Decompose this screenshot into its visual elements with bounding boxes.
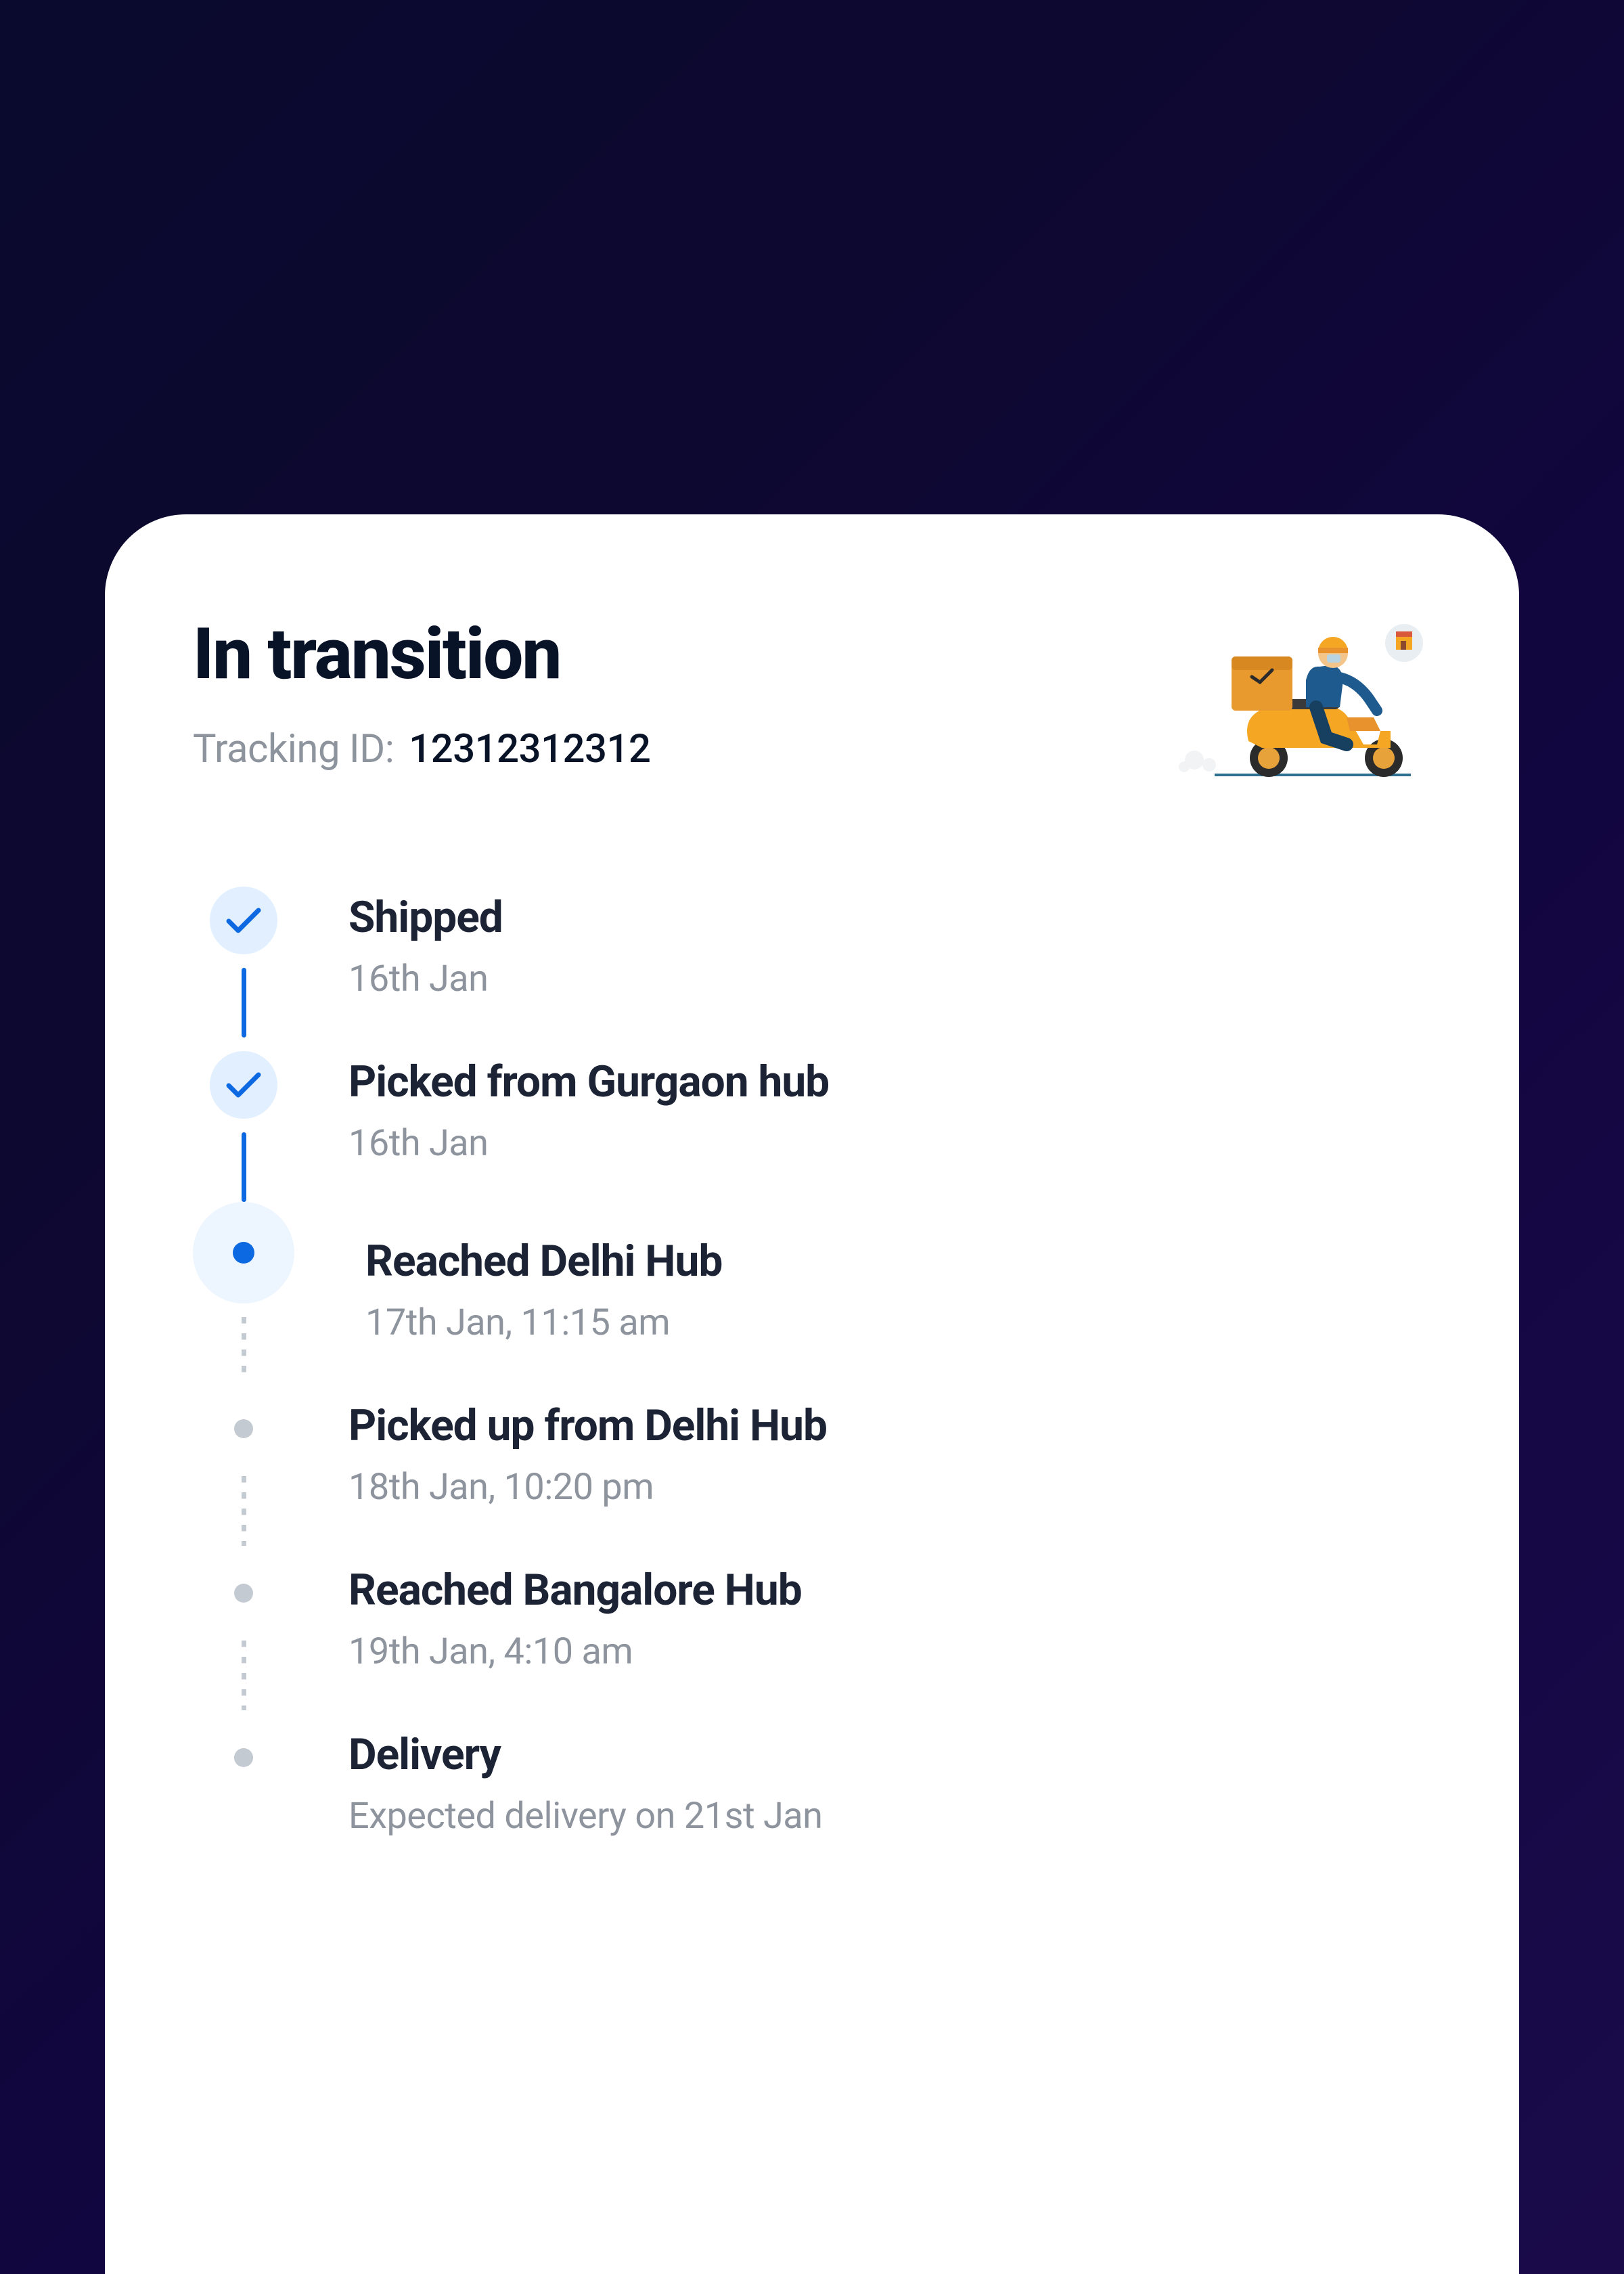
check-icon [210, 887, 277, 954]
timeline-marker [210, 1559, 277, 1724]
tracking-card: In transition Tracking ID: 12312312312 [105, 514, 1519, 2274]
timeline-item-picked-gurgaon: Picked from Gurgaon hub 16th Jan [210, 1051, 1431, 1216]
step-subtitle: 16th Jan [348, 958, 503, 1000]
timeline-connector [242, 1303, 246, 1395]
timeline-item-reached-delhi: Reached Delhi Hub 17th Jan, 11:15 am [210, 1216, 1431, 1395]
tracking-id-row: Tracking ID: 12312312312 [193, 726, 650, 772]
step-title: Reached Delhi Hub [365, 1236, 722, 1287]
timeline-connector [242, 1119, 246, 1216]
current-dot-icon [193, 1202, 294, 1303]
timeline-item-delivery: Delivery Expected delivery on 21st Jan [210, 1724, 1431, 1888]
status-title: In transition [193, 612, 650, 696]
timeline-content: Picked from Gurgaon hub 16th Jan [348, 1051, 829, 1216]
timeline-connector [242, 1627, 246, 1724]
tracking-id-value: 12312312312 [409, 726, 650, 772]
timeline-item-picked-delhi: Picked up from Delhi Hub 18th Jan, 10:20… [210, 1395, 1431, 1559]
step-subtitle: Expected delivery on 21st Jan [348, 1795, 823, 1837]
timeline-marker [210, 887, 277, 1051]
check-icon [210, 1051, 277, 1119]
step-title: Delivery [348, 1729, 823, 1780]
card-header: In transition Tracking ID: 12312312312 [193, 612, 1431, 788]
timeline-content: Shipped 16th Jan [348, 887, 503, 1051]
step-title: Picked up from Delhi Hub [348, 1400, 827, 1451]
timeline-connector [242, 954, 246, 1051]
timeline-marker [193, 1202, 294, 1395]
timeline-content: Reached Delhi Hub 17th Jan, 11:15 am [365, 1216, 722, 1395]
timeline-content: Delivery Expected delivery on 21st Jan [348, 1724, 823, 1888]
timeline-connector [242, 1463, 246, 1559]
timeline: Shipped 16th Jan Picked from Gurgaon hub… [193, 887, 1431, 1888]
timeline-item-reached-bangalore: Reached Bangalore Hub 19th Jan, 4:10 am [210, 1559, 1431, 1724]
timeline-marker [210, 1724, 277, 1888]
delivery-scooter-illustration [1174, 612, 1431, 788]
timeline-content: Picked up from Delhi Hub 18th Jan, 10:20… [348, 1395, 827, 1559]
step-subtitle: 19th Jan, 4:10 am [348, 1630, 802, 1673]
step-title: Picked from Gurgaon hub [348, 1056, 829, 1107]
tracking-id-label: Tracking ID: [193, 726, 394, 772]
step-title: Reached Bangalore Hub [348, 1565, 802, 1615]
timeline-marker [210, 1395, 277, 1559]
pending-dot-icon [210, 1724, 277, 1791]
step-subtitle: 17th Jan, 11:15 am [365, 1301, 722, 1344]
pending-dot-icon [210, 1559, 277, 1627]
step-subtitle: 16th Jan [348, 1122, 829, 1165]
step-title: Shipped [348, 892, 503, 943]
step-subtitle: 18th Jan, 10:20 pm [348, 1466, 827, 1509]
timeline-item-shipped: Shipped 16th Jan [210, 887, 1431, 1051]
current-dot [233, 1242, 254, 1264]
pending-dot-icon [210, 1395, 277, 1463]
header-text-block: In transition Tracking ID: 12312312312 [193, 612, 650, 772]
timeline-marker [210, 1051, 277, 1216]
timeline-content: Reached Bangalore Hub 19th Jan, 4:10 am [348, 1559, 802, 1724]
